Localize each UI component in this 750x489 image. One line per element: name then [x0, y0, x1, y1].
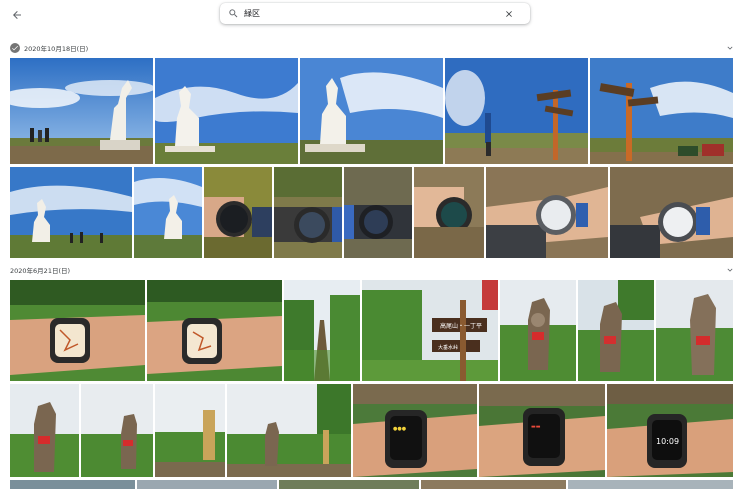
signpost-top-text: 高尾山・一丁平 — [440, 322, 482, 330]
section-date: 2020年10月18日(日) — [24, 45, 89, 53]
photo-thumbnail[interactable] — [656, 280, 733, 381]
photo-thumbnail[interactable] — [445, 58, 588, 164]
photo-thumbnail[interactable] — [81, 384, 153, 477]
photo-thumbnail[interactable] — [578, 280, 654, 381]
top-bar — [0, 0, 750, 30]
checkmark-icon — [12, 45, 18, 51]
photo-thumbnail[interactable] — [568, 480, 733, 489]
photo-thumbnail[interactable] — [344, 167, 412, 258]
photo-thumbnail[interactable] — [10, 58, 153, 164]
photo-thumbnail[interactable] — [421, 480, 566, 489]
photo-thumbnail[interactable] — [590, 58, 733, 164]
photo-thumbnail[interactable]: 10:09 — [607, 384, 733, 477]
photo-thumbnail[interactable] — [134, 167, 202, 258]
chevron-down-icon[interactable] — [725, 43, 735, 53]
photo-thumbnail[interactable] — [10, 480, 135, 489]
photo-thumbnail[interactable] — [10, 280, 145, 381]
search-input[interactable] — [244, 4, 499, 23]
close-icon — [506, 10, 512, 17]
photo-thumbnail[interactable] — [414, 167, 484, 258]
search-box — [220, 3, 530, 24]
select-section-checkbox[interactable] — [10, 43, 20, 53]
photo-thumbnail[interactable]: ▬▬ — [479, 384, 605, 477]
photo-thumbnail[interactable] — [279, 480, 419, 489]
photo-thumbnail[interactable] — [155, 384, 225, 477]
date-section-header: 2020年10月18日(日) — [10, 41, 735, 55]
photo-thumbnail[interactable] — [500, 280, 576, 381]
watch-time: 10:09 — [656, 437, 679, 446]
photo-thumbnail[interactable] — [204, 167, 272, 258]
back-button[interactable] — [8, 6, 26, 24]
search-icon — [222, 3, 244, 24]
photo-thumbnail[interactable]: 高尾山・一丁平 大垂水峠 — [362, 280, 498, 381]
section-date: 2020年6月21日(日) — [10, 267, 71, 275]
chevron-down-icon[interactable] — [725, 265, 735, 275]
photo-thumbnail[interactable] — [227, 384, 351, 477]
photo-thumbnail[interactable] — [155, 58, 298, 164]
arrow-left-icon — [13, 11, 21, 19]
photo-thumbnail[interactable] — [10, 167, 132, 258]
photo-thumbnail[interactable] — [274, 167, 342, 258]
photo-thumbnail[interactable] — [147, 280, 282, 381]
photo-thumbnail[interactable] — [610, 167, 733, 258]
date-section-header: 2020年6月21日(日) — [10, 263, 735, 277]
clear-search-button[interactable] — [499, 3, 519, 24]
photo-thumbnail[interactable]: ●●● — [353, 384, 477, 477]
photo-thumbnail[interactable] — [300, 58, 443, 164]
signpost-bottom-text: 大垂水峠 — [438, 344, 458, 351]
photo-thumbnail[interactable] — [486, 167, 608, 258]
svg-text:●●●: ●●● — [393, 426, 407, 432]
svg-text:▬▬: ▬▬ — [531, 424, 541, 430]
photo-thumbnail[interactable] — [10, 384, 79, 477]
photo-thumbnail[interactable] — [137, 480, 277, 489]
photo-thumbnail[interactable] — [284, 280, 360, 381]
